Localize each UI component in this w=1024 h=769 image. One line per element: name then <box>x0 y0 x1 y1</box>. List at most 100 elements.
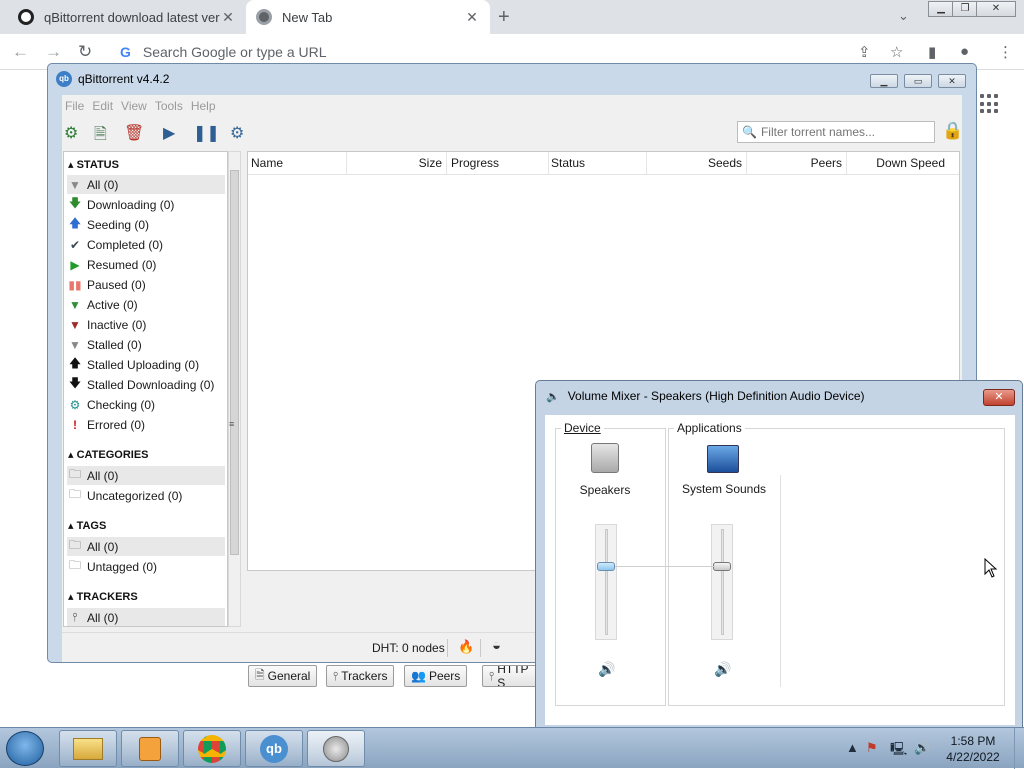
forward-button[interactable]: → <box>45 42 62 62</box>
menu-file[interactable]: File <box>65 99 84 113</box>
add-torrent-file-icon[interactable]: 🗎 <box>94 123 107 150</box>
new-tab-button[interactable]: + <box>498 6 510 29</box>
column-seeds[interactable]: Seeds <box>647 152 747 174</box>
status-filter-paused[interactable]: ▮▮ Paused (0) <box>67 275 225 294</box>
status-filter-inactive[interactable]: ▼ Inactive (0) <box>67 315 225 334</box>
add-torrent-link-icon[interactable]: ⚙ <box>64 123 78 143</box>
column-progress[interactable]: Progress <box>451 152 549 174</box>
tab-new-tab[interactable]: New Tab ✕ <box>246 0 490 34</box>
start-button[interactable] <box>6 731 44 766</box>
minimize-button[interactable]: ▁ <box>928 1 954 17</box>
chrome-menu-icon[interactable]: ⋮ <box>998 43 1013 61</box>
status-filter-all[interactable]: ▼ All (0) <box>67 175 225 194</box>
status-label: Resumed (0) <box>87 257 157 272</box>
system-sounds-slider-thumb[interactable] <box>713 562 731 571</box>
status-filter-resumed[interactable]: ▶ Resumed (0) <box>67 255 225 274</box>
volume-mixer-taskbar-button[interactable] <box>307 730 365 767</box>
tab-http-sources[interactable]: ⫯ HTTP S <box>482 665 542 687</box>
sidebar-scroll-thumb[interactable] <box>230 170 239 555</box>
tab-general[interactable]: 🗎 General <box>248 665 318 687</box>
show-desktop-button[interactable] <box>1014 728 1024 769</box>
filter-torrent-search[interactable]: 🔍 <box>737 121 935 143</box>
options-gear-icon[interactable]: ⚙ <box>230 123 244 143</box>
status-filter-checking[interactable]: ⚙ Checking (0) <box>67 395 225 414</box>
tab-peers[interactable]: 👥 Peers <box>404 665 468 687</box>
speakers-device-icon[interactable] <box>591 443 619 473</box>
speakers-name: Speakers <box>579 483 631 497</box>
filter-torrent-input[interactable] <box>760 125 931 139</box>
side-panel-icon[interactable]: ▮ <box>928 43 936 61</box>
tab-search-chevron-icon[interactable]: ⌄ <box>898 8 909 24</box>
chrome-taskbar-button[interactable] <box>183 730 241 767</box>
column-down-speed[interactable]: Down Speed <box>875 152 945 174</box>
menu-view[interactable]: View <box>121 99 147 113</box>
status-heading: STATUS <box>76 159 119 171</box>
speakers-mute-icon[interactable]: 🔊 <box>598 661 615 678</box>
menu-help[interactable]: Help <box>191 99 216 113</box>
column-peers[interactable]: Peers <box>747 152 847 174</box>
google-icon: G <box>120 44 131 60</box>
status-filter-stalled-uploading[interactable]: 🡅 Stalled Uploading (0) <box>67 355 225 374</box>
system-sounds-icon[interactable] <box>707 445 739 473</box>
tab-trackers[interactable]: ⫯ Trackers <box>326 665 395 687</box>
file-explorer-taskbar-button[interactable] <box>59 730 117 767</box>
close-window-button[interactable]: ✕ <box>976 1 1016 17</box>
menu-edit[interactable]: Edit <box>92 99 113 113</box>
category-filter-all[interactable]: 🗀 All (0) <box>67 466 225 485</box>
speed-limit-icon[interactable]: ◒ <box>492 637 501 654</box>
resume-play-icon[interactable]: ▶ <box>163 123 175 143</box>
qbittorrent-taskbar-button[interactable]: qb <box>245 730 303 767</box>
show-hidden-icons-icon[interactable]: ▲ <box>846 740 859 755</box>
tab-qbittorrent-download[interactable]: qBittorrent download latest versi ✕ <box>8 0 246 34</box>
status-filter-stalled[interactable]: ▼ Stalled (0) <box>67 335 225 354</box>
status-section-header[interactable]: ▴ STATUS <box>68 158 119 171</box>
tags-section-header[interactable]: ▴ TAGS <box>68 519 106 532</box>
status-filter-completed[interactable]: ✔ Completed (0) <box>67 235 225 254</box>
media-player-taskbar-button[interactable] <box>121 730 179 767</box>
tag-filter-untagged[interactable]: 🗀 Untagged (0) <box>67 557 225 576</box>
splitter-handle[interactable]: ≡ <box>229 419 234 429</box>
qb-minimize-button[interactable]: ▁ <box>870 74 898 88</box>
connection-status-icon[interactable]: 🔥 <box>458 639 474 655</box>
column-status[interactable]: Status <box>551 152 647 174</box>
network-icon[interactable]: 🖳 <box>890 740 907 762</box>
restore-button[interactable]: ❐ <box>952 1 978 17</box>
categories-section-header[interactable]: ▴ CATEGORIES <box>68 448 149 461</box>
close-tab-icon[interactable]: ✕ <box>220 9 236 26</box>
speakers-slider-thumb[interactable] <box>597 562 615 571</box>
status-filter-active[interactable]: ▼ Active (0) <box>67 295 225 314</box>
sidebar-scrollbar[interactable] <box>228 151 241 627</box>
column-name[interactable]: Name <box>251 152 347 174</box>
tracker-filter-all[interactable]: ⫯ All (0) <box>67 608 225 626</box>
qb-close-button[interactable]: ✕ <box>938 74 966 88</box>
volume-mixer-close-button[interactable]: ✕ <box>983 389 1015 406</box>
system-sounds-mute-icon[interactable]: 🔊 <box>714 661 731 678</box>
status-filter-stalled-downloading[interactable]: 🡇 Stalled Downloading (0) <box>67 375 225 394</box>
status-filter-seeding[interactable]: 🡅 Seeding (0) <box>67 215 225 234</box>
status-filter-errored[interactable]: ! Errored (0) <box>67 415 225 434</box>
speakers-volume-slider[interactable] <box>595 524 617 640</box>
column-size[interactable]: Size <box>347 152 447 174</box>
profile-avatar-icon[interactable]: ● <box>960 43 969 60</box>
qb-maximize-button[interactable]: ▭ <box>904 74 932 88</box>
close-tab-icon[interactable]: ✕ <box>464 9 480 26</box>
bookmark-star-icon[interactable]: ☆ <box>890 43 903 61</box>
tag-filter-all[interactable]: 🗀 All (0) <box>67 537 225 556</box>
trackers-section-header[interactable]: ▴ TRACKERS <box>68 590 138 603</box>
share-icon[interactable]: ⇪ <box>858 43 871 61</box>
system-clock[interactable]: 1:58 PM 4/22/2022 <box>936 733 1010 765</box>
omnibox[interactable]: G Search Google or type a URL <box>112 38 924 66</box>
status-filter-downloading[interactable]: 🡇 Downloading (0) <box>67 195 225 214</box>
pause-icon[interactable]: ❚❚ <box>193 123 220 143</box>
delete-torrent-icon[interactable]: 🗑 <box>124 123 144 143</box>
menu-tools[interactable]: Tools <box>155 99 183 113</box>
reload-button[interactable]: ↻ <box>78 42 92 62</box>
volume-icon[interactable]: 🔊 <box>914 740 930 756</box>
action-center-flag-icon[interactable]: ⚑ <box>866 740 878 756</box>
folder-icon: 🗀 <box>68 487 81 501</box>
system-sounds-volume-slider[interactable] <box>711 524 733 640</box>
lock-icon[interactable]: 🔒 <box>942 121 963 141</box>
category-filter-uncategorized[interactable]: 🗀 Uncategorized (0) <box>67 486 225 505</box>
google-apps-icon[interactable] <box>980 94 1000 114</box>
back-button[interactable]: ← <box>12 42 29 62</box>
